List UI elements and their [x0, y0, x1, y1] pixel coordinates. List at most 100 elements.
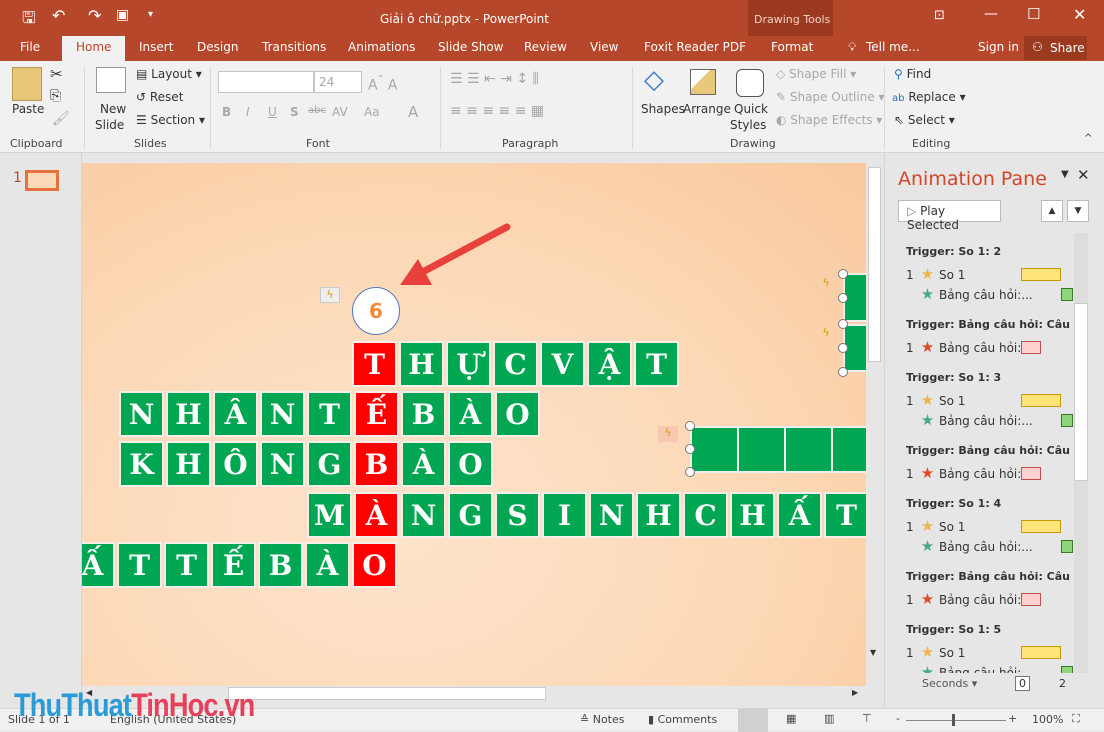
- move-down-button[interactable]: ▼: [1067, 200, 1089, 222]
- animation-item[interactable]: 1 ★ Bảng câu hỏi:...: [906, 338, 1033, 356]
- save-icon[interactable]: 🖫: [22, 7, 36, 34]
- trigger-lightning-icon[interactable]: ϟ: [816, 326, 836, 342]
- bold-button[interactable]: B: [222, 105, 231, 119]
- redo-icon[interactable]: ↷: [88, 6, 101, 25]
- timing-bar[interactable]: [1021, 341, 1041, 354]
- timing-bar[interactable]: [1021, 520, 1061, 533]
- timing-bar[interactable]: [1021, 467, 1041, 480]
- copy-icon[interactable]: ⎘: [50, 88, 61, 104]
- tab-transitions[interactable]: Transitions: [262, 40, 326, 54]
- timing-bar[interactable]: [1061, 666, 1073, 673]
- slide-sorter-icon[interactable]: ▦: [786, 712, 796, 725]
- close-icon[interactable]: ✕: [1073, 5, 1086, 24]
- tab-insert[interactable]: Insert: [139, 40, 173, 54]
- maximize-icon[interactable]: ☐: [1027, 5, 1040, 23]
- trigger-header[interactable]: Trigger: So 1: 5: [906, 623, 1001, 636]
- timing-bar[interactable]: [1061, 414, 1073, 427]
- seconds-dropdown[interactable]: Seconds ▾: [922, 677, 977, 690]
- new-slide-icon[interactable]: [96, 67, 126, 93]
- reading-view-icon[interactable]: ▥: [824, 712, 834, 725]
- animation-item[interactable]: 1 ★ Bảng câu hỏi:...: [906, 464, 1033, 482]
- trigger-lightning-icon[interactable]: ϟ: [816, 276, 836, 292]
- font-color-icon[interactable]: A: [408, 103, 418, 121]
- animation-item[interactable]: 1 ★ So 1: [906, 517, 965, 535]
- tab-design[interactable]: Design: [197, 40, 238, 54]
- animation-item[interactable]: 1 ★ So 1: [906, 391, 965, 409]
- bullets-icon[interactable]: ☰ ☰ ⇤ ⇥ ↕ ⫼: [450, 71, 539, 87]
- scroll-right-icon[interactable]: ▶: [852, 688, 858, 697]
- timing-bar[interactable]: [1021, 593, 1041, 606]
- replace-button[interactable]: ab Replace ▾: [892, 90, 966, 104]
- scroll-down-icon[interactable]: ▼: [870, 648, 876, 657]
- tab-review[interactable]: Review: [524, 40, 567, 54]
- move-up-button[interactable]: ▲: [1041, 200, 1063, 222]
- tab-home[interactable]: Home: [62, 36, 126, 61]
- animation-item[interactable]: ★ Bảng câu hỏi:...: [906, 285, 1033, 303]
- collapse-ribbon-icon[interactable]: ^: [1084, 133, 1092, 144]
- timing-bar[interactable]: [1021, 268, 1061, 281]
- customize-toolbar-icon[interactable]: ▾: [148, 9, 153, 20]
- scroll-thumb[interactable]: [868, 167, 881, 362]
- quick-styles-icon[interactable]: [736, 69, 764, 97]
- paste-icon[interactable]: [12, 67, 42, 101]
- tab-foxit-reader-pdf[interactable]: Foxit Reader PDF: [644, 40, 746, 54]
- slide-thumbnail[interactable]: [25, 170, 59, 191]
- grow-font-icon[interactable]: Aˆ A: [368, 73, 397, 94]
- empty-answer-row[interactable]: [690, 426, 866, 473]
- trigger-header[interactable]: Trigger: So 1: 3: [906, 371, 1001, 384]
- normal-view-button[interactable]: [738, 709, 768, 732]
- slide-canvas[interactable]: THỰCVẬTNHÂNTẾBÀOKHÔNGBÀOMÀNGSINHCHẤTẤTTẾ…: [82, 163, 866, 686]
- animation-item[interactable]: 1 ★ So 1: [906, 265, 965, 283]
- tab-slide-show[interactable]: Slide Show: [438, 40, 503, 54]
- scroll-thumb[interactable]: [1074, 303, 1088, 481]
- zoom-level[interactable]: 100%: [1032, 713, 1063, 726]
- sign-in-link[interactable]: Sign in: [978, 40, 1019, 54]
- pane-options-icon[interactable]: ▼: [1061, 169, 1069, 180]
- animation-item[interactable]: ★ Bảng câu hỏi:...: [906, 663, 1033, 673]
- vertical-scrollbar[interactable]: ▼: [866, 163, 883, 686]
- fit-to-window-icon[interactable]: ⛶: [1072, 712, 1080, 726]
- tab-format[interactable]: Format: [771, 40, 813, 54]
- change-case-button[interactable]: Aa: [364, 105, 380, 119]
- font-name-input[interactable]: [218, 71, 314, 93]
- reset-button[interactable]: ↺ Reset: [136, 90, 183, 104]
- play-selected-button[interactable]: ▷ Play Selected: [898, 200, 1001, 232]
- strikethrough-button[interactable]: abc: [308, 105, 326, 116]
- minimize-icon[interactable]: —: [984, 6, 998, 22]
- shapes-icon[interactable]: ◇: [644, 65, 664, 95]
- shadow-button[interactable]: S: [290, 105, 299, 119]
- ribbon-display-options-icon[interactable]: ⊡: [934, 8, 945, 23]
- underline-button[interactable]: U: [268, 105, 277, 119]
- cut-icon[interactable]: ✂: [50, 65, 63, 83]
- zoom-out-icon[interactable]: -: [896, 712, 900, 725]
- trigger-header[interactable]: Trigger: Bảng câu hỏi: Câu 3:...: [906, 444, 1073, 457]
- font-size-input[interactable]: 24: [314, 71, 362, 93]
- shape-outline-button[interactable]: ✎ Shape Outline ▾: [776, 90, 885, 104]
- start-slideshow-icon[interactable]: ▣: [116, 7, 129, 23]
- scroll-thumb[interactable]: [228, 687, 546, 700]
- trigger-lightning-icon[interactable]: ϟ: [658, 426, 678, 442]
- trigger-header[interactable]: Trigger: Bảng câu hỏi: Câu 2:...: [906, 318, 1073, 331]
- timing-bar[interactable]: [1021, 394, 1061, 407]
- pane-scrollbar[interactable]: [1074, 233, 1088, 673]
- arrange-icon[interactable]: [690, 69, 716, 95]
- comments-button[interactable]: ▮ Comments: [648, 713, 717, 726]
- format-painter-icon[interactable]: 🖌︎: [52, 111, 70, 127]
- timing-bar[interactable]: [1061, 288, 1073, 301]
- tell-me-input[interactable]: Tell me...: [866, 40, 920, 54]
- align-icon[interactable]: ≡ ≡ ≡ ≡ ≡ ▦: [450, 103, 544, 119]
- animation-item[interactable]: ★ Bảng câu hỏi:...: [906, 411, 1033, 429]
- tab-view[interactable]: View: [590, 40, 618, 54]
- new-slide-button[interactable]: New: [100, 102, 126, 116]
- arrange-button[interactable]: Arrange: [683, 102, 731, 116]
- shape-effects-button[interactable]: ◐ Shape Effects ▾: [776, 113, 882, 127]
- section-button[interactable]: ☰ Section ▾: [136, 113, 205, 127]
- italic-button[interactable]: I: [246, 105, 250, 119]
- animation-item[interactable]: ★ Bảng câu hỏi:...: [906, 537, 1033, 555]
- character-spacing-button[interactable]: AV: [332, 105, 348, 119]
- zoom-in-icon[interactable]: +: [1008, 712, 1017, 725]
- timing-bar[interactable]: [1021, 646, 1061, 659]
- notes-button[interactable]: ≙ Notes: [580, 713, 625, 726]
- shapes-button[interactable]: Shapes: [641, 102, 685, 116]
- slideshow-view-icon[interactable]: ⊤: [862, 712, 872, 725]
